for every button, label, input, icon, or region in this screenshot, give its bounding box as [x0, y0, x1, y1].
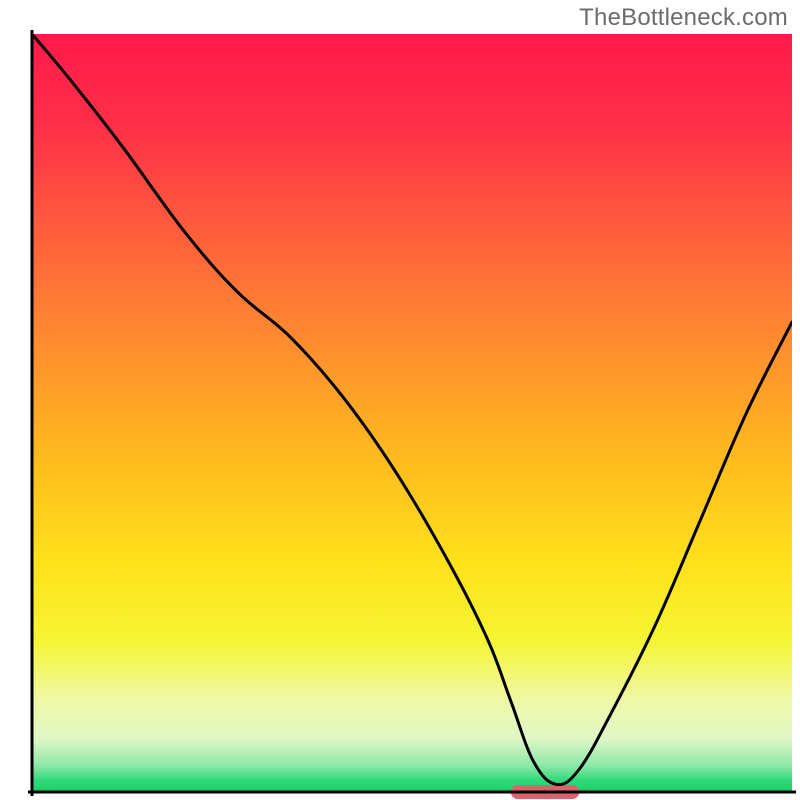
bottleneck-chart	[0, 0, 800, 800]
gradient-background	[32, 34, 792, 792]
chart-container: { "watermark": "TheBottleneck.com", "gra…	[0, 0, 800, 800]
watermark-text: TheBottleneck.com	[579, 4, 788, 32]
